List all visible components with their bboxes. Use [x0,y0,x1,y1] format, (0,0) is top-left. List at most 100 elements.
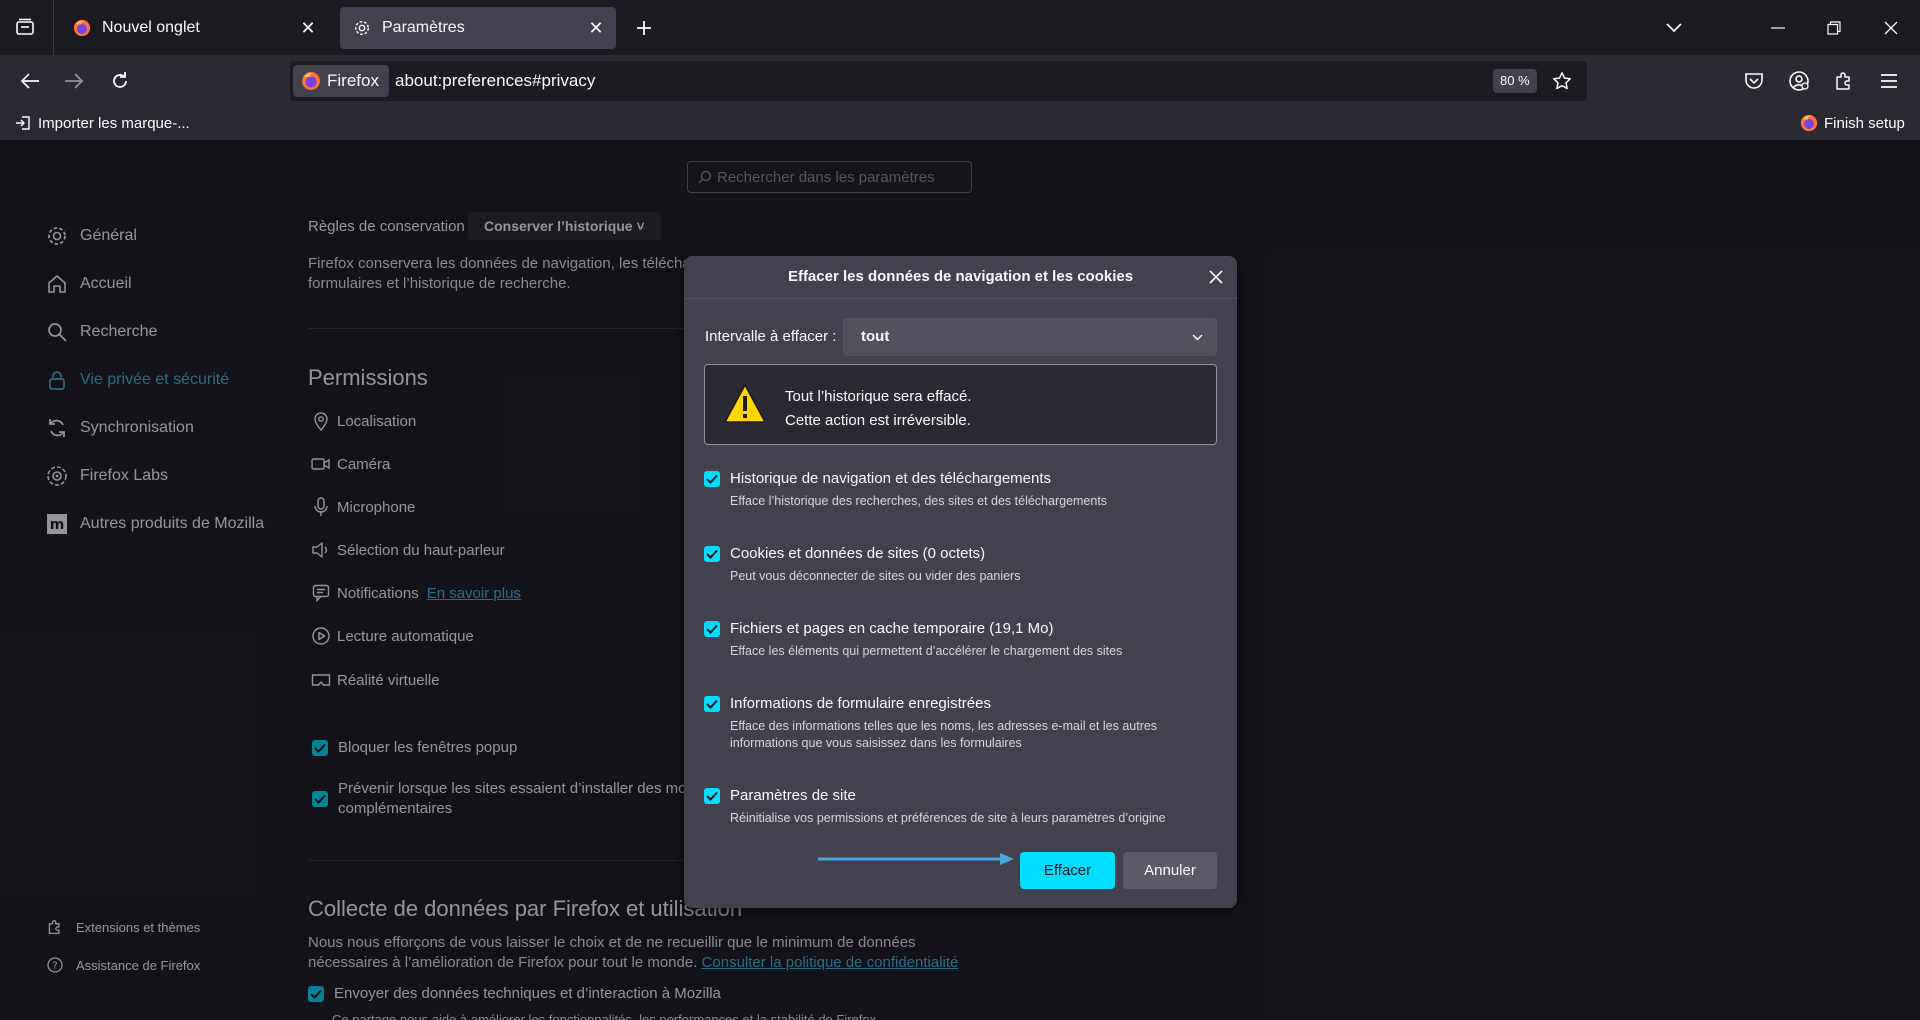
option-row[interactable]: Historique de navigation et des téléchar… [704,470,1217,487]
checkbox-checked-icon[interactable] [704,695,720,712]
option-row[interactable]: Informations de formulaire enregistrées [704,695,1217,712]
option-row[interactable]: Fichiers et pages en cache temporaire (1… [704,620,1217,637]
time-range-select[interactable]: tout [843,318,1217,356]
forward-button[interactable] [58,65,90,97]
sidebar-item-label: Synchronisation [80,419,194,436]
sidebar-item-label: Vie privée et sécurité [80,371,230,388]
camera-icon [311,454,331,474]
finish-setup-button[interactable]: Finish setup [1800,111,1905,135]
sidebar-footer-support[interactable]: ? Assistance de Firefox [46,953,200,977]
restore-icon [1827,21,1841,35]
list-all-tabs-button[interactable] [1660,14,1688,42]
sidebar-item-sync[interactable]: Synchronisation [44,412,194,444]
permission-location: Localisation [311,408,416,434]
checkbox-label: Prévenir lorsque les sites essaient d’in… [338,779,695,819]
minimize-button[interactable] [1764,14,1792,42]
account-button[interactable] [1783,65,1815,97]
checkbox-checked-icon[interactable] [312,740,328,756]
home-icon [44,271,70,297]
url-bar[interactable]: Firefox about:preferences#privacy 80 % [290,61,1587,101]
firefox-icon [72,18,92,38]
forward-arrow-icon [65,73,84,89]
option-site-settings[interactable]: Paramètres de site Réinitialise vos perm… [704,787,1217,827]
back-button[interactable] [14,65,46,97]
permission-label: Caméra [337,455,391,473]
permissions-heading: Permissions [308,365,428,390]
location-icon [311,411,331,431]
close-tab-icon[interactable]: ✕ [586,18,606,38]
checkbox-checked-icon[interactable] [704,787,720,804]
dialog-close-button[interactable] [1203,264,1229,290]
speaker-icon [311,540,331,560]
close-window-button[interactable] [1877,14,1905,42]
import-bookmarks-label: Importer les marque-... [38,114,190,132]
tab-settings[interactable]: Paramètres ✕ [340,7,616,49]
navigation-toolbar: Firefox about:preferences#privacy 80 % [0,55,1920,107]
sync-icon [44,415,70,441]
autoplay-icon [311,626,331,646]
star-icon [1553,72,1571,90]
restore-button[interactable] [1820,14,1848,42]
url-input[interactable]: about:preferences#privacy [395,61,595,101]
reload-icon [113,72,127,88]
bookmark-star-button[interactable] [1548,67,1576,95]
sidebar-footer-extensions[interactable]: Extensions et thèmes [46,915,200,939]
extensions-button[interactable] [1828,65,1860,97]
checkbox-label-line: complémentaires [338,800,453,817]
chevron-down-icon: ˅ [636,218,645,234]
sidebar-item-home[interactable]: Accueil [44,268,132,300]
sidebar-item-search[interactable]: Recherche [44,316,157,348]
tab-new-tab[interactable]: Nouvel onglet ✕ [60,7,328,49]
option-form-data[interactable]: Informations de formulaire enregistrées … [704,695,1217,752]
checkbox-checked-icon[interactable] [312,791,328,807]
puzzle-icon [46,918,64,936]
sidebar-item-labs[interactable]: Firefox Labs [44,460,168,492]
identity-label: Firefox [327,71,379,90]
learn-more-link[interactable]: En savoir plus [427,585,521,602]
reload-button[interactable] [104,65,136,97]
data-desc-line: Nous nous efforçons de vous laisser le c… [308,934,916,951]
checkbox-label-line: Prévenir lorsque les sites essaient d’in… [338,780,695,797]
pocket-button[interactable] [1738,65,1770,97]
new-tab-button[interactable] [630,14,658,42]
sidebar-item-label: Recherche [80,323,158,340]
firefox-view-button[interactable] [8,10,42,44]
checkbox-checked-icon[interactable] [308,986,324,1002]
warn-addons-checkbox[interactable]: Prévenir lorsque les sites essaient d’in… [312,779,695,819]
cancel-button[interactable]: Annuler [1123,852,1217,889]
sidebar-item-general[interactable]: Général [44,220,137,252]
block-popups-checkbox[interactable]: Bloquer les fenêtres popup [312,738,517,758]
retention-select[interactable]: Conserver l’historique ˅ [468,212,661,240]
permission-microphone: Microphone [311,494,415,520]
identity-box[interactable]: Firefox [293,65,389,97]
clear-button[interactable]: Effacer [1020,852,1115,889]
vr-icon [311,670,331,690]
checkbox-checked-icon[interactable] [704,470,720,487]
sidebar-item-mozilla[interactable]: m Autres produits de Mozilla [44,508,264,540]
privacy-policy-link[interactable]: Consulter la politique de confidentialit… [702,954,959,971]
puzzle-icon [1836,72,1850,90]
option-row[interactable]: Cookies et données de sites (0 octets) [704,545,1217,562]
import-icon [14,114,32,132]
close-tab-icon[interactable]: ✕ [298,18,318,38]
option-cookies[interactable]: Cookies et données de sites (0 octets) P… [704,545,1217,585]
account-icon [1789,71,1809,91]
checkbox-checked-icon[interactable] [704,545,720,562]
permission-label: Lecture automatique [337,627,474,645]
checkbox-label: Bloquer les fenêtres popup [338,739,518,756]
checkbox-checked-icon[interactable] [704,620,720,637]
zoom-indicator[interactable]: 80 % [1493,69,1537,93]
option-cache[interactable]: Fichiers et pages en cache temporaire (1… [704,620,1217,660]
firefox-icon [1800,114,1818,132]
gear-icon [44,223,70,249]
permission-speaker: Sélection du haut-parleur [311,537,505,563]
import-bookmarks-button[interactable]: Importer les marque-... [14,111,190,135]
annotation-arrow-icon [818,853,1014,865]
warning-box: Tout l’historique sera effacé. Cette act… [704,364,1217,445]
option-history[interactable]: Historique de navigation et des téléchar… [704,470,1217,510]
sidebar-item-privacy[interactable]: Vie privée et sécurité [44,364,229,396]
app-menu-button[interactable] [1873,65,1905,97]
tab-strip: Nouvel onglet ✕ Paramètres ✕ [0,0,1920,55]
option-row[interactable]: Paramètres de site [704,787,1217,804]
send-technical-data-checkbox[interactable]: Envoyer des données techniques et d’inte… [308,984,721,1004]
